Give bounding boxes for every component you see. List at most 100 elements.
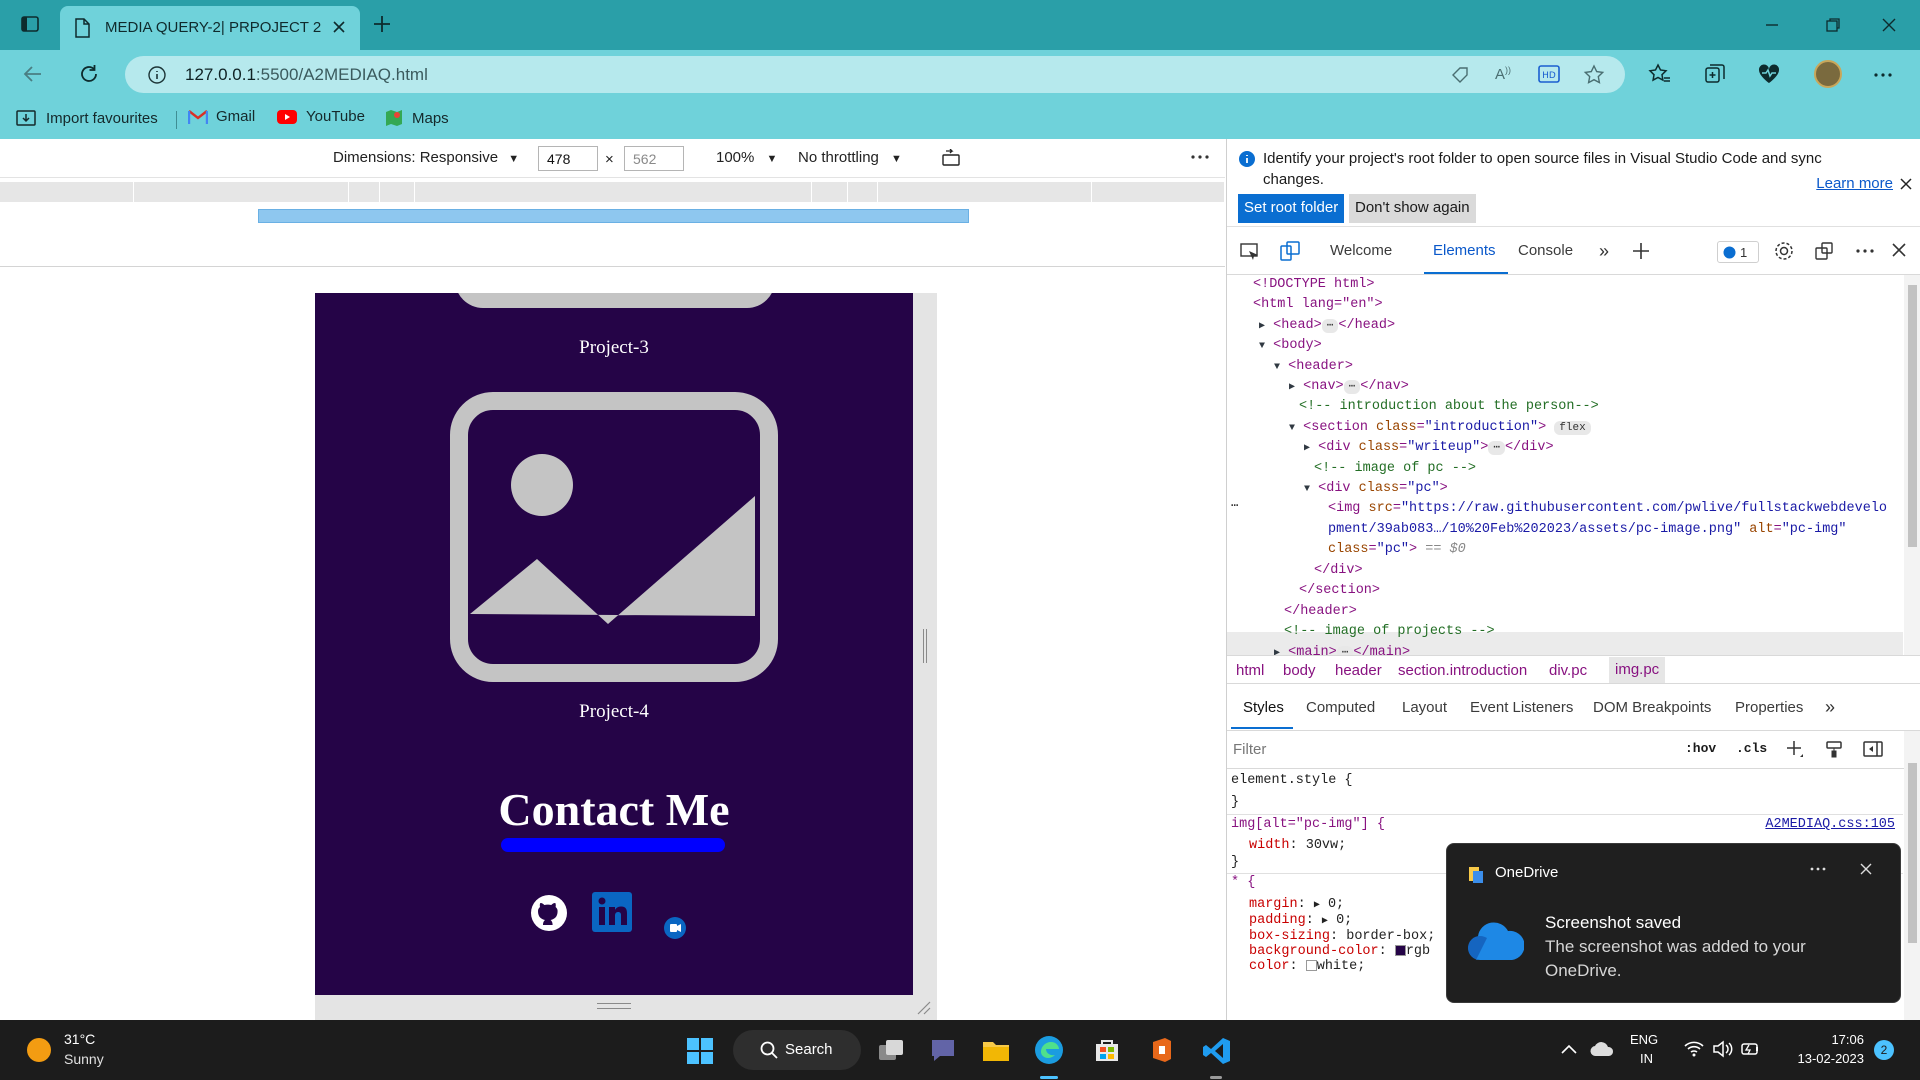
toggle-sidebar-icon[interactable] <box>1863 740 1883 758</box>
read-aloud-icon[interactable]: A)) <box>1495 65 1511 83</box>
breadcrumb-img[interactable]: img.pc <box>1609 657 1666 683</box>
style-declaration[interactable]: padding: ▶ 0; <box>1249 913 1352 928</box>
fav-youtube[interactable]: YouTube <box>276 108 365 125</box>
dom-line[interactable]: </div> <box>1314 561 1363 581</box>
toast-more-icon[interactable] <box>1809 866 1827 872</box>
tracking-icon[interactable] <box>1450 65 1470 85</box>
breadcrumb-header[interactable]: header <box>1335 662 1382 679</box>
dom-line[interactable]: ▼ <header> <box>1274 357 1353 378</box>
close-banner-icon[interactable] <box>1899 177 1913 191</box>
close-tab-icon[interactable] <box>330 18 348 36</box>
github-icon[interactable] <box>530 894 568 932</box>
notification-badge[interactable]: 2 <box>1874 1040 1894 1060</box>
dom-line[interactable]: <!-- introduction about the person--> <box>1299 397 1599 417</box>
breadcrumb-section[interactable]: section.introduction <box>1398 662 1527 679</box>
dimensions-dropdown[interactable]: Dimensions: Responsive ▼ <box>333 149 519 166</box>
new-style-rule-icon[interactable] <box>1785 739 1805 759</box>
breadcrumb-div[interactable]: div.pc <box>1549 662 1587 679</box>
fav-maps[interactable]: Maps <box>384 108 449 128</box>
add-favourite-icon[interactable] <box>1583 64 1605 86</box>
tab-styles[interactable]: Styles <box>1243 699 1284 716</box>
dom-line[interactable]: </section> <box>1299 581 1380 601</box>
dont-show-again-button[interactable]: Don't show again <box>1349 194 1476 223</box>
favourites-icon[interactable] <box>1648 62 1672 86</box>
viewport-resize-handle-right[interactable] <box>913 293 937 995</box>
clock-time[interactable]: 17:06 <box>1804 1032 1864 1047</box>
media-query-bar[interactable] <box>0 182 1225 202</box>
task-view-icon[interactable] <box>876 1036 906 1064</box>
refresh-icon[interactable] <box>78 63 100 85</box>
file-explorer-icon[interactable] <box>981 1036 1011 1064</box>
start-windows-icon[interactable] <box>686 1037 714 1065</box>
onedrive-notification[interactable]: OneDrive Screenshot saved The screenshot… <box>1446 843 1901 1003</box>
dom-line[interactable]: <!-- image of projects --> <box>1284 622 1495 642</box>
media-query-selected[interactable] <box>258 209 969 223</box>
dom-line[interactable]: <!-- image of pc --> <box>1314 459 1476 479</box>
dom-line[interactable]: <!DOCTYPE html> <box>1253 275 1375 295</box>
scrollbar-thumb[interactable] <box>1908 285 1917 547</box>
issues-badge[interactable]: 1 <box>1717 241 1759 263</box>
hd-icon[interactable]: HD <box>1538 64 1560 84</box>
clock-date[interactable]: 13-02-2023 <box>1779 1051 1865 1066</box>
viewport-height-input[interactable] <box>624 146 684 171</box>
learn-more-link[interactable]: Learn more <box>1816 175 1893 192</box>
dom-line[interactable]: ▶ <main> ⋯ </main> <box>1274 643 1410 655</box>
tab-actions-icon[interactable] <box>20 14 40 34</box>
dom-line-selected[interactable]: pment/39ab083…/10%20Feb%202023/assets/pc… <box>1328 520 1847 540</box>
paint-icon[interactable] <box>1825 740 1843 758</box>
viewport-width-input[interactable] <box>538 146 598 171</box>
input-language-2[interactable]: IN <box>1640 1051 1653 1066</box>
zoom-dropdown[interactable]: 100% ▼ <box>716 149 777 166</box>
site-info-icon[interactable] <box>147 65 167 85</box>
tab-console[interactable]: Console <box>1518 242 1573 259</box>
dom-tree[interactable]: <!DOCTYPE html> <html lang="en"> ▶ <head… <box>1227 275 1903 655</box>
dom-line[interactable]: </header> <box>1284 602 1357 622</box>
viewport-resize-handle-bottom[interactable] <box>315 995 937 1020</box>
office-app-icon[interactable] <box>1148 1036 1176 1064</box>
dom-line[interactable]: ▼ <body> <box>1259 336 1322 357</box>
color-swatch[interactable] <box>1305 959 1317 971</box>
input-language-1[interactable]: ENG <box>1630 1032 1658 1047</box>
dom-line[interactable]: <html lang="en"> <box>1253 295 1383 315</box>
onedrive-tray-icon[interactable] <box>1590 1040 1614 1058</box>
dom-scrollbar[interactable] <box>1904 275 1920 655</box>
style-declaration[interactable]: box-sizing: border-box; <box>1249 929 1435 944</box>
contact-link-icon[interactable] <box>663 916 687 940</box>
style-rule-selector[interactable]: * { <box>1231 875 1255 890</box>
breadcrumb-body[interactable]: body <box>1283 662 1316 679</box>
dom-line[interactable]: ▼ <section class="introduction"> flex <box>1289 418 1591 439</box>
more-tabs-icon[interactable]: » <box>1825 697 1835 718</box>
scrollbar-thumb[interactable] <box>1908 763 1917 943</box>
style-declaration[interactable]: width: 30vw; <box>1249 838 1346 853</box>
minimize-icon[interactable] <box>1763 16 1781 34</box>
hov-toggle[interactable]: :hov <box>1685 741 1716 756</box>
show-hidden-icons-icon[interactable] <box>1560 1042 1578 1056</box>
volume-icon[interactable] <box>1712 1040 1734 1058</box>
resize-corner-icon[interactable] <box>917 1001 931 1015</box>
tab-elements[interactable]: Elements <box>1433 242 1496 259</box>
style-rule-element[interactable]: element.style { <box>1231 773 1353 788</box>
cls-toggle[interactable]: .cls <box>1736 741 1767 756</box>
settings-gear-icon[interactable] <box>1773 240 1795 262</box>
back-icon[interactable] <box>22 63 44 85</box>
more-options-icon[interactable] <box>1873 65 1893 85</box>
restore-icon[interactable] <box>1824 16 1842 34</box>
device-emulation-icon[interactable] <box>1279 240 1301 262</box>
device-toolbar-more-icon[interactable] <box>1190 152 1210 162</box>
weather-temperature[interactable]: 31°C <box>64 1031 95 1047</box>
browser-tab[interactable]: MEDIA QUERY-2| PRPOJECT 2 <box>60 6 360 50</box>
new-tab-icon[interactable] <box>371 13 393 35</box>
toast-close-icon[interactable] <box>1858 861 1874 877</box>
vscode-icon[interactable] <box>1202 1036 1232 1066</box>
tab-computed[interactable]: Computed <box>1306 699 1375 716</box>
taskbar-search[interactable]: Search <box>733 1030 861 1070</box>
close-window-icon[interactable] <box>1880 16 1898 34</box>
profile-avatar[interactable] <box>1814 60 1842 88</box>
style-declaration[interactable]: color: white; <box>1249 959 1365 974</box>
fav-import-favourites[interactable]: Import favourites <box>16 108 158 128</box>
inspect-element-icon[interactable] <box>1239 241 1261 263</box>
style-source-link[interactable]: A2MEDIAQ.css:105 <box>1765 817 1895 832</box>
teams-chat-icon[interactable] <box>928 1036 958 1064</box>
dom-line[interactable]: ▶ <div class="writeup"> ⋯ </div> <box>1304 438 1554 459</box>
collections-icon[interactable] <box>1703 62 1727 86</box>
